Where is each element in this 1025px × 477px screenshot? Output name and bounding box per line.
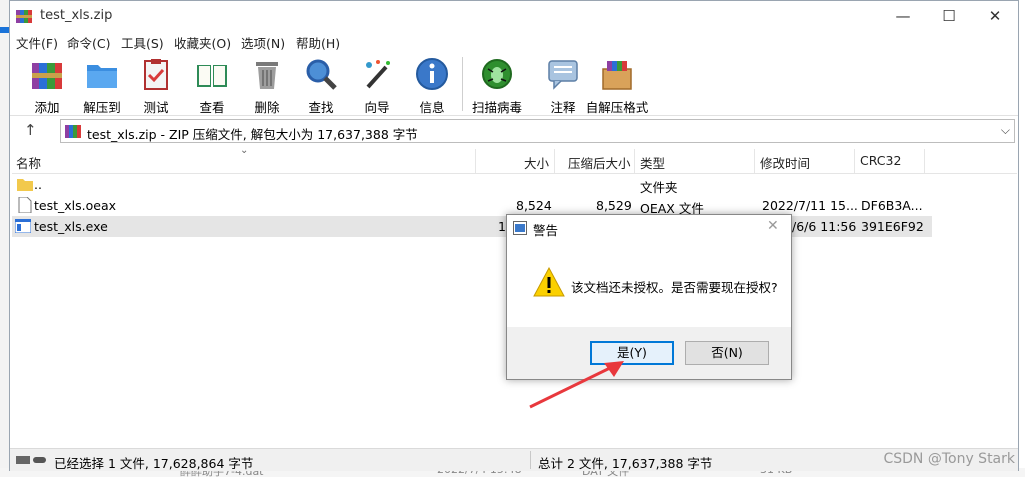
column-mtime[interactable]: 修改时间	[760, 153, 810, 172]
file-crc: DF6B3A...	[861, 198, 923, 213]
column-separator[interactable]	[754, 149, 755, 173]
comment-icon	[548, 60, 578, 90]
toolbar: 添加 解压到 测试 查看 删除 查找 向导 信息 扫描病毒 注释 自解压格式	[10, 51, 1018, 116]
sfx-label: 自解压格式	[585, 100, 649, 115]
find-button[interactable]: 查找	[294, 55, 348, 115]
magnifier-icon	[306, 59, 337, 90]
archive-path-text: test_xls.zip - ZIP 压缩文件, 解包大小为 17,637,38…	[87, 127, 418, 142]
menu-commands[interactable]: 命令(C)	[67, 33, 110, 52]
book-icon	[197, 65, 227, 87]
archive-add-icon	[32, 63, 62, 89]
dialog-close-icon[interactable]: ✕	[767, 218, 779, 234]
dialog-message: 该文档还未授权。是否需要现在授权?	[571, 280, 778, 295]
file-name: test_xls.oeax	[34, 198, 117, 213]
column-name[interactable]: 名称	[16, 153, 41, 172]
file-mtime: 2022/7/11 15...	[762, 198, 858, 213]
magic-wand-icon	[366, 60, 390, 89]
window-title: test_xls.zip	[40, 8, 113, 23]
menu-options[interactable]: 选项(N)	[241, 33, 285, 52]
menu-file[interactable]: 文件(F)	[16, 33, 58, 52]
executable-icon	[15, 219, 31, 233]
archive-path-field[interactable]: test_xls.zip - ZIP 压缩文件, 解包大小为 17,637,38…	[60, 119, 1015, 143]
folder-icon	[17, 179, 33, 191]
column-packed[interactable]: 压缩后大小	[568, 153, 631, 172]
bug-icon	[482, 59, 512, 89]
minimize-button[interactable]: —	[880, 1, 926, 31]
add-button[interactable]: 添加	[20, 55, 74, 115]
warning-icon	[533, 267, 565, 297]
column-separator[interactable]	[554, 149, 555, 173]
file-size: 8,524	[516, 198, 552, 213]
up-arrow-icon[interactable]: ↑	[24, 121, 37, 139]
column-separator[interactable]	[475, 149, 476, 173]
sort-indicator-icon: ⌄	[240, 145, 249, 156]
zip-file-icon	[65, 125, 81, 138]
file-row-exe-selected[interactable]: test_xls.exe 17, /6/6 11:56 391E6F92	[12, 216, 932, 237]
column-separator[interactable]	[634, 149, 635, 173]
winrar-app-icon	[16, 10, 32, 23]
file-row-oeax[interactable]: test_xls.oeax 8,524 8,529 OEAX 文件 2022/7…	[12, 195, 932, 216]
status-selection: 已经选择 1 文件, 17,628,864 字节	[54, 456, 254, 471]
column-type[interactable]: 类型	[640, 153, 665, 172]
view-button[interactable]: 查看	[185, 55, 239, 115]
document-icon	[18, 197, 32, 213]
drive-icon	[16, 456, 46, 464]
file-mtime: /6/6 11:56	[792, 219, 857, 234]
test-button[interactable]: 测试	[129, 55, 183, 115]
dialog-body: 该文档还未授权。是否需要现在授权?	[507, 241, 791, 327]
status-divider	[530, 451, 531, 469]
file-type: 文件夹	[640, 180, 678, 195]
info-label: 信息	[419, 100, 445, 115]
status-total: 总计 2 文件, 17,637,388 字节	[538, 456, 713, 471]
title-bar[interactable]: test_xls.zip — ☐ ✕	[10, 1, 1018, 31]
scan-virus-label: 扫描病毒	[471, 100, 522, 115]
file-name: ..	[34, 177, 42, 192]
info-button[interactable]: 信息	[405, 55, 459, 115]
file-name: test_xls.exe	[34, 219, 108, 234]
maximize-button[interactable]: ☐	[926, 1, 972, 31]
file-list-header: 名称 ⌄ 大小 压缩后大小 类型 修改时间 CRC32	[12, 145, 1017, 174]
annotation-arrow	[529, 361, 624, 409]
dialog-title: 警告	[533, 223, 559, 238]
column-size[interactable]: 大小	[524, 153, 549, 172]
sfx-button[interactable]: 自解压格式	[586, 55, 648, 115]
wizard-button[interactable]: 向导	[350, 55, 404, 115]
folder-extract-icon	[87, 65, 117, 88]
scan-virus-button[interactable]: 扫描病毒	[470, 55, 524, 115]
menu-tools[interactable]: 工具(S)	[121, 33, 164, 52]
background-window-edge	[0, 0, 9, 477]
chevron-down-icon[interactable]: ⌵	[1001, 123, 1010, 138]
clipboard-check-icon	[144, 59, 168, 90]
status-bar: 已经选择 1 文件, 17,628,864 字节 总计 2 文件, 17,637…	[10, 448, 1018, 471]
file-crc: 391E6F92	[861, 219, 924, 234]
address-bar: ↑ test_xls.zip - ZIP 压缩文件, 解包大小为 17,637,…	[10, 117, 1018, 147]
column-separator[interactable]	[854, 149, 855, 173]
trash-icon	[256, 62, 278, 89]
info-icon	[416, 58, 448, 90]
menu-bar: 文件(F) 命令(C) 工具(S) 收藏夹(O) 选项(N) 帮助(H)	[10, 31, 1018, 51]
watermark: CSDN @Tony Stark	[883, 451, 1015, 467]
no-button[interactable]: 否(N)	[685, 341, 769, 365]
menu-help[interactable]: 帮助(H)	[296, 33, 340, 52]
sfx-archive-icon	[602, 61, 632, 90]
menu-favorites[interactable]: 收藏夹(O)	[174, 33, 231, 52]
column-crc[interactable]: CRC32	[860, 153, 901, 168]
dialog-app-icon	[513, 221, 527, 235]
column-separator[interactable]	[924, 149, 925, 173]
close-button[interactable]: ✕	[972, 1, 1018, 31]
background-window-accent	[0, 27, 9, 33]
file-packed: 8,529	[596, 198, 632, 213]
file-row-parent[interactable]: .. 文件夹	[12, 174, 932, 195]
